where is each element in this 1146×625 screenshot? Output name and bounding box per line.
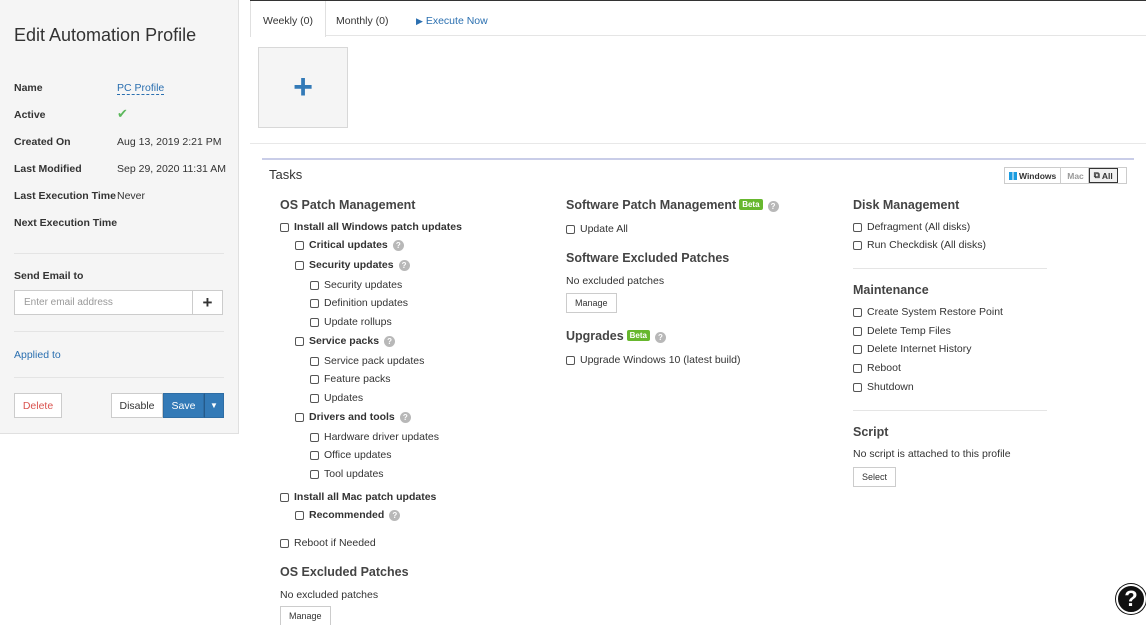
execute-now-label: Execute Now [425,15,488,27]
security-group-checkbox[interactable]: Security updates? [295,259,410,271]
divider [14,377,224,378]
modified-value: Sep 29, 2020 11:31 AM [117,163,226,175]
reboot-if-needed-checkbox[interactable]: Reboot if Needed [280,537,376,549]
service-pack-updates-checkbox[interactable]: Service pack updates [310,355,424,367]
save-button[interactable]: Save [163,393,204,418]
script-empty: No script is attached to this profile [853,448,1011,460]
defragment-checkbox[interactable]: Defragment (All disks) [853,221,970,233]
beta-badge: Beta [739,199,763,210]
shutdown-checkbox[interactable]: Shutdown [853,381,914,393]
beta-badge: Beta [626,330,650,341]
profile-panel: Edit Automation Profile Name PC Profile … [0,0,239,434]
divider [853,268,1047,269]
help-icon: ? [655,332,666,343]
info-last-exec: Last Execution Time Never [14,190,234,204]
copy-icon: ⧉ [1093,170,1100,180]
check-icon: ✔ [117,106,128,121]
add-email-button[interactable]: + [192,290,223,315]
next-exec-label: Next Execution Time [14,217,118,229]
save-dropdown-toggle[interactable]: ▼ [204,393,224,418]
maintenance-heading: Maintenance [853,283,929,297]
created-value: Aug 13, 2019 2:21 PM [117,136,222,148]
help-icon: ? [767,201,779,212]
os-patch-heading: OS Patch Management [280,198,416,212]
security-updates-checkbox[interactable]: Security updates [310,279,402,291]
name-label: Name [14,82,43,94]
definition-updates-checkbox[interactable]: Definition updates [310,297,408,309]
info-created: Created On Aug 13, 2019 2:21 PM [14,136,234,150]
page-title: Edit Automation Profile [14,25,197,45]
hardware-driver-checkbox[interactable]: Hardware driver updates [310,431,439,443]
filter-windows[interactable]: Windows [1005,168,1062,183]
upgrade-win10-checkbox[interactable]: Upgrade Windows 10 (latest build) [566,354,741,366]
os-manage-button[interactable]: Manage [280,606,331,625]
os-excluded-heading: OS Excluded Patches [280,565,409,579]
help-icon: ? [398,259,410,271]
divider [853,410,1047,411]
software-excluded-empty: No excluded patches [566,275,665,287]
help-icon: ? [392,239,404,251]
updates-checkbox[interactable]: Updates [310,392,363,404]
info-name: Name PC Profile [14,82,234,96]
filter-all[interactable]: ⧉ All [1088,168,1118,183]
drivers-tools-checkbox[interactable]: Drivers and tools? [295,411,411,423]
install-windows-checkbox[interactable]: Install all Windows patch updates [280,221,462,233]
execute-now-link[interactable]: ▶ Execute Now [404,1,500,36]
service-packs-checkbox[interactable]: Service packs? [295,335,396,347]
email-input[interactable] [14,290,193,315]
profile-name-link[interactable]: PC Profile [117,82,165,95]
update-all-checkbox[interactable]: Update All [566,223,628,235]
reboot-checkbox[interactable]: Reboot [853,362,901,374]
info-next-exec: Next Execution Time [14,217,234,231]
info-modified: Last Modified Sep 29, 2020 11:31 AM [14,163,234,177]
created-label: Created On [14,136,71,148]
info-active: Active ✔ [14,106,234,123]
script-heading: Script [853,425,889,439]
restore-point-checkbox[interactable]: Create System Restore Point [853,306,1003,318]
active-label: Active [14,109,46,121]
divider [14,331,224,332]
recommended-checkbox[interactable]: Recommended? [295,509,401,521]
os-filter: Windows Mac ⧉ All [1004,167,1127,184]
critical-updates-checkbox[interactable]: Critical updates? [295,239,404,251]
send-email-label: Send Email to [14,270,84,282]
tab-weekly[interactable]: Weekly (0) [250,1,326,37]
help-icon: ? [389,509,401,521]
help-icon: ? [399,411,411,423]
software-patch-heading: Software Patch Management Beta? [566,198,779,212]
disable-button[interactable]: Disable [111,393,163,418]
last-exec-value: Never [117,190,146,202]
plus-icon: + [293,68,313,106]
delete-temp-checkbox[interactable]: Delete Temp Files [853,325,951,337]
delete-history-checkbox[interactable]: Delete Internet History [853,343,971,355]
software-excluded-heading: Software Excluded Patches [566,251,730,265]
divider [14,253,224,254]
add-schedule-button[interactable]: + [258,47,348,128]
question-icon: ? [1124,586,1138,611]
upgrades-heading: Upgrades Beta? [566,329,666,343]
delete-button[interactable]: Delete [14,393,62,418]
applied-to-link[interactable]: Applied to [14,349,61,361]
feature-packs-checkbox[interactable]: Feature packs [310,373,391,385]
play-icon: ▶ [416,16,423,26]
last-exec-label: Last Execution Time [14,190,116,202]
software-manage-button[interactable]: Manage [566,293,617,313]
os-excluded-empty: No excluded patches [280,589,379,601]
install-mac-checkbox[interactable]: Install all Mac patch updates [280,491,436,503]
tab-monthly[interactable]: Monthly (0) [324,1,401,36]
tasks-title: Tasks [269,167,303,182]
update-rollups-checkbox[interactable]: Update rollups [310,316,392,328]
filter-mac[interactable]: Mac [1061,168,1089,183]
schedule-tabs: Weekly (0) Monthly (0) ▶ Execute Now [250,1,1146,37]
office-updates-checkbox[interactable]: Office updates [310,449,392,461]
help-icon: ? [384,335,396,347]
select-script-button[interactable]: Select [853,467,897,487]
windows-icon [1009,171,1017,180]
help-button[interactable]: ? [1116,584,1146,614]
modified-label: Last Modified [14,163,82,175]
tool-updates-checkbox[interactable]: Tool updates [310,468,384,480]
divider [250,143,1146,144]
checkdisk-checkbox[interactable]: Run Checkdisk (All disks) [853,239,986,251]
disk-management-heading: Disk Management [853,198,960,212]
